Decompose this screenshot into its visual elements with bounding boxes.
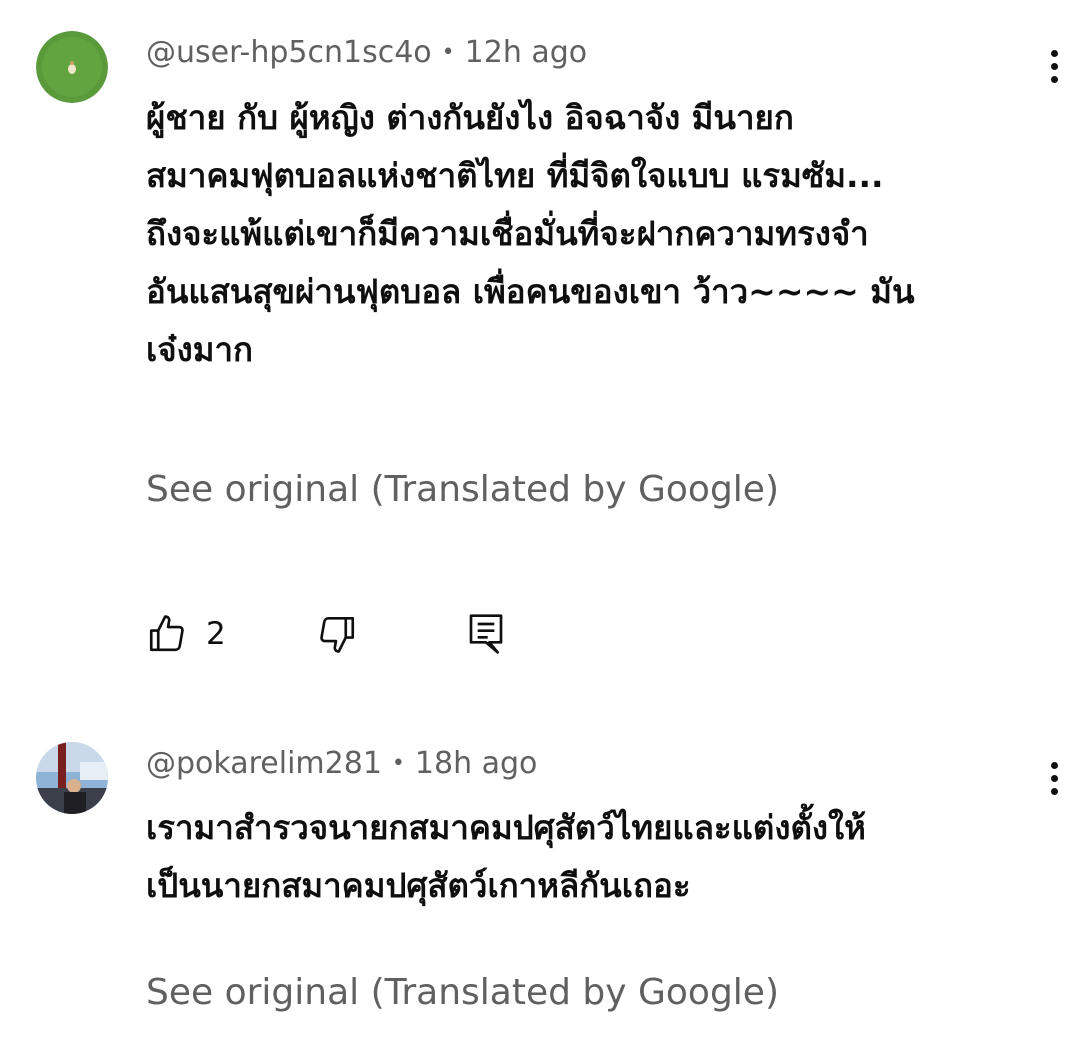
- reply-button[interactable]: [466, 612, 506, 656]
- comment-meta: @pokarelim281 • 18h ago: [146, 744, 537, 784]
- like-count: 2: [206, 616, 226, 652]
- see-original-link[interactable]: See original (Translated by Google): [146, 468, 779, 512]
- avatar-image: [36, 31, 108, 103]
- meta-separator: •: [441, 40, 455, 65]
- see-original-link[interactable]: See original (Translated by Google): [146, 971, 779, 1015]
- comment-1: @user-hp5cn1sc4o • 12h ago ผู้ชาย กับ ผู้ห…: [0, 0, 1078, 700]
- avatar[interactable]: [36, 31, 108, 103]
- comment-text: ผู้ชาย กับ ผู้หญิง ต่างกันยังไง อิจฉาจัง…: [146, 98, 915, 369]
- meta-separator: •: [391, 751, 405, 776]
- comment-actions: 2: [146, 612, 546, 656]
- avatar-image: [36, 742, 108, 814]
- comment-meta: @user-hp5cn1sc4o • 12h ago: [146, 33, 587, 73]
- comment-2: @pokarelim281 • 18h ago เรามาสำรวจนายกสมาค…: [0, 700, 1078, 1049]
- author-handle[interactable]: @pokarelim281: [146, 746, 382, 781]
- reply-icon: [469, 614, 503, 654]
- dislike-button[interactable]: [316, 612, 358, 656]
- thumbs-up-icon: [149, 615, 184, 652]
- comment-time: 12h ago: [464, 35, 588, 70]
- more-options-button[interactable]: [1042, 46, 1066, 94]
- author-handle[interactable]: @user-hp5cn1sc4o: [146, 35, 432, 70]
- comment-text: เรามาสำรวจนายกสมาคมปศุสัตว์ไทยและแต่งตั้…: [146, 808, 866, 905]
- like-button[interactable]: 2: [146, 612, 226, 656]
- comment-time: 18h ago: [414, 746, 538, 781]
- thumbs-down-icon: [320, 616, 355, 653]
- avatar[interactable]: [36, 742, 108, 814]
